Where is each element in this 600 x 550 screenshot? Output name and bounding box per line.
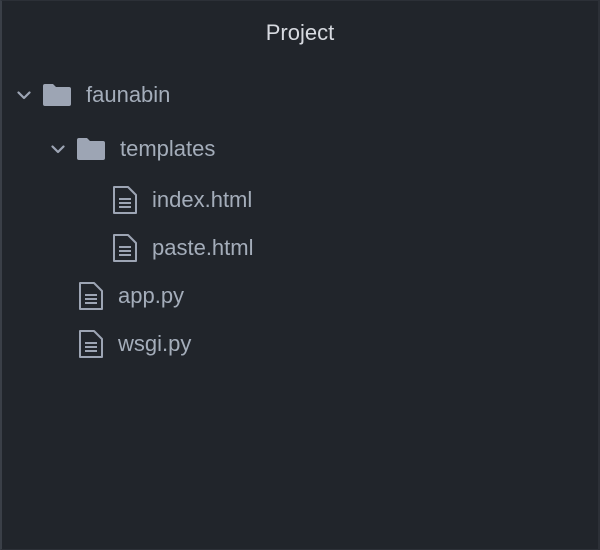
tree-item-app-py[interactable]: app.py (2, 272, 598, 320)
tree-item-label: templates (120, 136, 216, 161)
folder-icon (42, 83, 72, 107)
tree-item-label: index.html (152, 187, 253, 212)
file-icon (112, 185, 138, 215)
tree-item-paste-html[interactable]: paste.html (2, 224, 598, 272)
tree-item-label: wsgi.py (118, 331, 192, 356)
folder-icon (76, 137, 106, 161)
chevron-down-icon[interactable] (14, 85, 34, 105)
panel-title: Project (265, 20, 335, 45)
tree-item-index-html[interactable]: index.html (2, 176, 598, 224)
tree-item-label: app.py (118, 283, 185, 308)
tree-item-label: faunabin (86, 82, 171, 107)
chevron-down-icon[interactable] (48, 139, 68, 159)
tree-item-label: paste.html (152, 235, 254, 260)
tree-item-templates[interactable]: templates (2, 122, 598, 176)
file-icon (78, 329, 104, 359)
file-tree: faunabin templates index.html paste.html… (2, 68, 598, 368)
tree-item-wsgi-py[interactable]: wsgi.py (2, 320, 598, 368)
file-icon (78, 281, 104, 311)
tree-item-faunabin[interactable]: faunabin (2, 68, 598, 122)
project-panel: Project faunabin templates index.html pa… (0, 0, 600, 550)
file-icon (112, 233, 138, 263)
